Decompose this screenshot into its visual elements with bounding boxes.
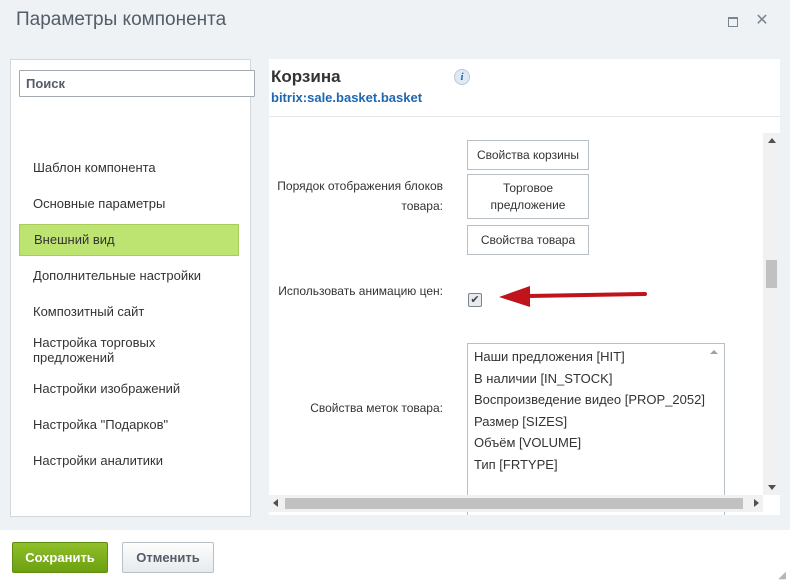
sidebar: Шаблон компонента Основные параметры Вне… xyxy=(10,59,255,517)
list-item[interactable]: Тип [FRTYPE] xyxy=(474,457,558,472)
vertical-scrollbar[interactable] xyxy=(763,133,780,495)
settings-panel: Корзина bitrix:sale.basket.basket i Поря… xyxy=(269,59,780,515)
dialog-titlebar: Параметры компонента ✕ xyxy=(0,0,790,45)
sidebar-item-main-params[interactable]: Основные параметры xyxy=(19,196,239,211)
list-item[interactable]: Размер [SIZES] xyxy=(474,414,567,429)
scroll-down-icon[interactable] xyxy=(768,485,776,490)
scroll-up-icon[interactable] xyxy=(710,350,718,354)
cancel-button[interactable]: Отменить xyxy=(122,542,214,573)
scrollbar-thumb[interactable] xyxy=(766,260,777,288)
sidebar-item-offers[interactable]: Настройка торговых предложений xyxy=(19,335,239,365)
divider xyxy=(269,116,780,117)
search-input[interactable] xyxy=(19,70,255,97)
product-props-block[interactable]: Свойства товара xyxy=(467,225,589,255)
close-icon[interactable]: ✕ xyxy=(755,13,769,29)
dialog-content: Шаблон компонента Основные параметры Вне… xyxy=(0,44,790,530)
settings-scroll-area: Порядок отображения блоков товара: Свойс… xyxy=(269,133,780,515)
dialog-title: Параметры компонента xyxy=(16,9,227,30)
list-item[interactable]: Воспроизведение видео [PROP_2052] xyxy=(474,392,705,407)
list-item[interactable]: Наши предложения [HIT] xyxy=(474,349,625,364)
sidebar-item-images[interactable]: Настройки изображений xyxy=(19,381,239,396)
sidebar-item-gifts[interactable]: Настройка "Подарков" xyxy=(19,417,239,432)
component-code: bitrix:sale.basket.basket xyxy=(271,90,423,105)
horizontal-scrollbar[interactable] xyxy=(269,495,763,512)
list-item[interactable]: Объём [VOLUME] xyxy=(474,435,581,450)
sidebar-item-analytics[interactable]: Настройки аналитики xyxy=(19,453,239,468)
order-label: Порядок отображения блоков товара: xyxy=(277,179,443,213)
listbox-scrollbar[interactable] xyxy=(707,344,724,515)
info-icon[interactable]: i xyxy=(454,69,470,85)
sidebar-item-appearance[interactable]: Внешний вид xyxy=(19,224,239,256)
basket-props-block[interactable]: Свойства корзины xyxy=(467,140,589,170)
animation-checkbox[interactable]: ✔ xyxy=(468,293,482,307)
maximize-icon[interactable] xyxy=(726,14,740,28)
scroll-left-icon[interactable] xyxy=(273,499,278,507)
resize-grip-icon[interactable]: ◢ xyxy=(778,570,786,581)
save-button[interactable]: Сохранить xyxy=(12,542,108,573)
labels-label: Свойства меток товара: xyxy=(310,401,443,415)
labels-listbox[interactable]: Наши предложения [HIT] В наличии [IN_STO… xyxy=(467,343,725,515)
list-item[interactable]: В наличии [IN_STOCK] xyxy=(474,371,612,386)
offer-block[interactable]: Торговое предложение xyxy=(467,174,589,219)
dialog-footer: Сохранить Отменить ◢ xyxy=(0,530,790,584)
component-title: Корзина xyxy=(271,67,341,86)
animation-label: Использовать анимацию цен: xyxy=(278,284,443,298)
scrollbar-thumb[interactable] xyxy=(285,498,743,509)
scroll-right-icon[interactable] xyxy=(754,499,759,507)
scroll-up-icon[interactable] xyxy=(768,138,776,143)
sidebar-item-additional[interactable]: Дополнительные настройки xyxy=(19,268,239,283)
sidebar-item-composite[interactable]: Композитный сайт xyxy=(19,304,239,319)
sidebar-item-template[interactable]: Шаблон компонента xyxy=(19,160,239,175)
